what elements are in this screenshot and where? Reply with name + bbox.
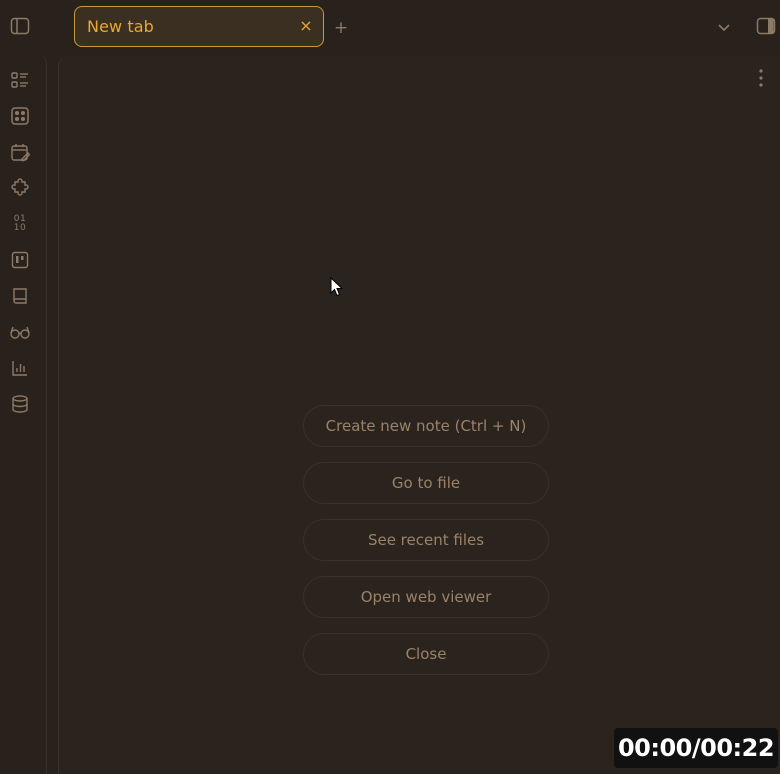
bar-chart-icon[interactable] bbox=[8, 356, 32, 380]
dice-icon[interactable] bbox=[8, 104, 32, 128]
open-web-viewer-button[interactable]: Open web viewer bbox=[303, 576, 549, 618]
see-recent-files-button[interactable]: See recent files bbox=[303, 519, 549, 561]
database-icon[interactable] bbox=[8, 392, 32, 416]
book-icon[interactable] bbox=[8, 284, 32, 308]
close-icon[interactable]: × bbox=[297, 17, 315, 35]
mouse-cursor-icon bbox=[330, 276, 344, 297]
more-vertical-icon[interactable] bbox=[753, 66, 769, 90]
recording-timer: 00:00/00:22 bbox=[614, 728, 778, 768]
glasses-icon[interactable] bbox=[8, 320, 32, 344]
tab-bar: New tab × + bbox=[0, 0, 780, 54]
create-new-note-button[interactable]: Create new note (Ctrl + N) bbox=[303, 405, 549, 447]
left-ribbon: 01 10 bbox=[0, 54, 47, 774]
chevron-down-icon[interactable] bbox=[716, 18, 732, 36]
app-window: New tab × + 01 10 Create new note (Ctrl … bbox=[0, 0, 780, 774]
sidebar-right-icon[interactable] bbox=[756, 16, 776, 36]
sidebar-left-icon[interactable] bbox=[10, 16, 30, 36]
tab-label: New tab bbox=[87, 17, 154, 36]
binary-icon[interactable]: 01 10 bbox=[8, 212, 32, 236]
new-tab-button[interactable]: + bbox=[333, 18, 349, 38]
kanban-icon[interactable] bbox=[8, 248, 32, 272]
calendar-edit-icon[interactable] bbox=[8, 140, 32, 164]
puzzle-icon[interactable] bbox=[8, 176, 32, 200]
go-to-file-button[interactable]: Go to file bbox=[303, 462, 549, 504]
tab-new-tab[interactable]: New tab × bbox=[74, 6, 324, 47]
binary-icon-bottom: 10 bbox=[13, 223, 27, 233]
list-checks-icon[interactable] bbox=[8, 68, 32, 92]
close-button[interactable]: Close bbox=[303, 633, 549, 675]
